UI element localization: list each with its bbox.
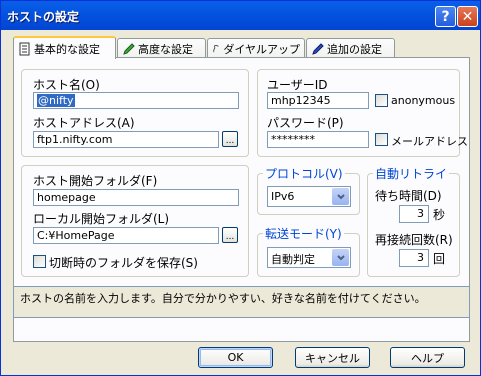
user-id-input[interactable]: mhp12345 (267, 92, 369, 109)
local-start-folder-input[interactable]: C:¥HomePage (33, 227, 219, 244)
mail-address-label: メールアドレス (391, 135, 468, 148)
protocol-label: プロトコル(V) (263, 165, 345, 182)
chevron-down-icon[interactable] (332, 188, 349, 205)
close-button[interactable]: ✕ (457, 6, 478, 27)
user-id-value: mhp12345 (271, 94, 331, 107)
password-value: ******** (271, 133, 315, 146)
ok-button[interactable]: OK (198, 347, 273, 368)
local-start-folder-value: C:¥HomePage (37, 229, 115, 242)
notebook-icon (19, 42, 30, 55)
wait-time-label: 待ち時間(D) (375, 189, 442, 203)
reconnect-count-unit: 回 (433, 252, 446, 266)
host-name-label: ホスト名(O) (33, 78, 100, 92)
auto-retry-label: 自動リトライ (373, 165, 450, 182)
help-button[interactable]: ヘルプ (390, 347, 465, 368)
host-address-value: ftp1.nifty.com (37, 133, 113, 146)
transfer-mode-label: 転送モード(Y) (263, 225, 344, 242)
protocol-value: IPv6 (271, 190, 295, 203)
host-name-input[interactable]: @nifty (33, 92, 239, 109)
host-start-folder-label: ホスト開始フォルダ(F) (33, 174, 158, 188)
ellipsis-icon: ... (225, 232, 235, 242)
tab-basic-settings[interactable]: 基本的な設定 (13, 36, 116, 59)
help-title-button[interactable]: ? (435, 6, 456, 27)
title-bar[interactable]: ホストの設定 ? ✕ (1, 1, 480, 30)
cancel-button[interactable]: キャンセル (295, 347, 370, 368)
tab-label: 追加の設定 (327, 43, 382, 56)
close-icon: ✕ (461, 8, 474, 25)
wait-time-unit: 秒 (433, 208, 446, 222)
host-start-folder-input[interactable]: homepage (33, 189, 239, 206)
password-input[interactable]: ******** (267, 131, 369, 148)
wait-time-input[interactable]: 3 (399, 205, 429, 223)
ellipsis-icon: ... (225, 136, 235, 146)
tab-additional-settings[interactable]: 追加の設定 (306, 38, 395, 59)
tab-dialup[interactable]: ダイヤルアップ (207, 38, 305, 59)
status-help-text: ホストの名前を入力します。自分で分かりやすい、好きな名前を付けてください。 (13, 286, 470, 318)
tab-advanced-settings[interactable]: 高度な設定 (117, 38, 206, 59)
transfer-mode-value: 自動判定 (271, 253, 315, 266)
host-address-input[interactable]: ftp1.nifty.com (33, 131, 219, 148)
host-address-label: ホストアドレス(A) (33, 116, 135, 130)
save-folder-on-disconnect-checkbox[interactable] (33, 255, 46, 268)
tab-label: 高度な設定 (138, 43, 193, 56)
pen-blue-icon (312, 43, 324, 55)
host-address-browse-button[interactable]: ... (222, 131, 238, 147)
reconnect-count-input[interactable]: 3 (399, 249, 429, 267)
host-start-folder-value: homepage (37, 191, 96, 204)
local-folder-browse-button[interactable]: ... (222, 227, 238, 243)
protocol-select[interactable]: IPv6 (267, 186, 351, 207)
host-settings-dialog: ホストの設定 ? ✕ 基本的な設定 高度な設定 ダイヤルアップ 追加の設定 ホス… (0, 0, 481, 376)
pencil-green-icon (123, 43, 135, 55)
password-label: パスワード(P) (267, 116, 344, 130)
tab-label: 基本的な設定 (34, 42, 100, 56)
mail-address-checkbox[interactable] (375, 133, 388, 146)
question-mark-icon: ? (441, 8, 450, 25)
local-start-folder-label: ローカル開始フォルダ(L) (33, 212, 170, 226)
anonymous-label: anonymous (391, 94, 456, 107)
chevron-down-icon[interactable] (332, 249, 349, 266)
save-folder-on-disconnect-label: 切断時のフォルダを保存(S) (49, 256, 198, 270)
transfer-mode-select[interactable]: 自動判定 (267, 247, 351, 268)
reconnect-count-label: 再接続回数(R) (375, 233, 453, 247)
user-id-label: ユーザーID (267, 78, 328, 92)
tab-label: ダイヤルアップ (223, 43, 300, 56)
host-name-value: @nifty (37, 94, 75, 107)
anonymous-checkbox[interactable] (375, 94, 388, 107)
phone-cord-icon (213, 45, 219, 53)
window-title: ホストの設定 (7, 10, 80, 24)
